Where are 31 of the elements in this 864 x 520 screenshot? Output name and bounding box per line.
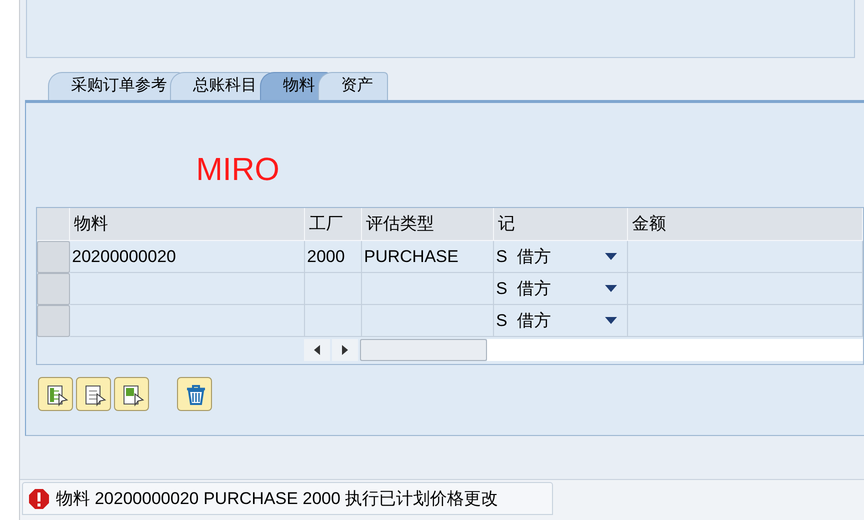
tab[interactable]: 采购订单参考 bbox=[48, 72, 182, 100]
page-heading: MIRO bbox=[196, 151, 280, 187]
tab[interactable]: 资产 bbox=[318, 72, 388, 100]
column-header: 记 bbox=[494, 208, 628, 241]
error-icon bbox=[28, 488, 50, 510]
select-block-button[interactable] bbox=[114, 377, 149, 411]
table-cell: 2000 bbox=[305, 241, 362, 273]
dropdown-field[interactable]: S 借方 bbox=[494, 273, 628, 305]
delete-button[interactable] bbox=[177, 377, 212, 411]
column-header: 物料 bbox=[70, 208, 305, 241]
empty-cell bbox=[305, 273, 362, 305]
column-header: 工厂 bbox=[305, 208, 362, 241]
left-arrow-icon bbox=[314, 344, 320, 354]
dropdown-field[interactable]: S 借方 bbox=[494, 241, 628, 273]
right-arrow-icon bbox=[342, 344, 348, 354]
status-message: 物料 20200000020 PURCHASE 2000 执行已计划价格更改 bbox=[56, 488, 498, 510]
caret-icon bbox=[605, 253, 617, 260]
select-all-button[interactable] bbox=[38, 377, 73, 411]
dropdown-field[interactable]: S 借方 bbox=[494, 305, 628, 337]
column-header: 评估类型 bbox=[362, 208, 494, 241]
column-header: 金额 bbox=[628, 208, 863, 241]
scrollbar-thumb[interactable] bbox=[360, 338, 487, 360]
deselect-all-button[interactable] bbox=[76, 377, 111, 411]
caret-icon bbox=[605, 317, 617, 324]
scroll-left-button[interactable] bbox=[304, 338, 330, 360]
empty-cell bbox=[305, 305, 362, 337]
caret-icon bbox=[605, 285, 617, 292]
scroll-right-button[interactable] bbox=[332, 338, 358, 360]
corner-cell bbox=[37, 208, 70, 241]
table-cell: PURCHASE bbox=[362, 241, 494, 273]
table-cell: 20200000020 bbox=[70, 241, 305, 273]
